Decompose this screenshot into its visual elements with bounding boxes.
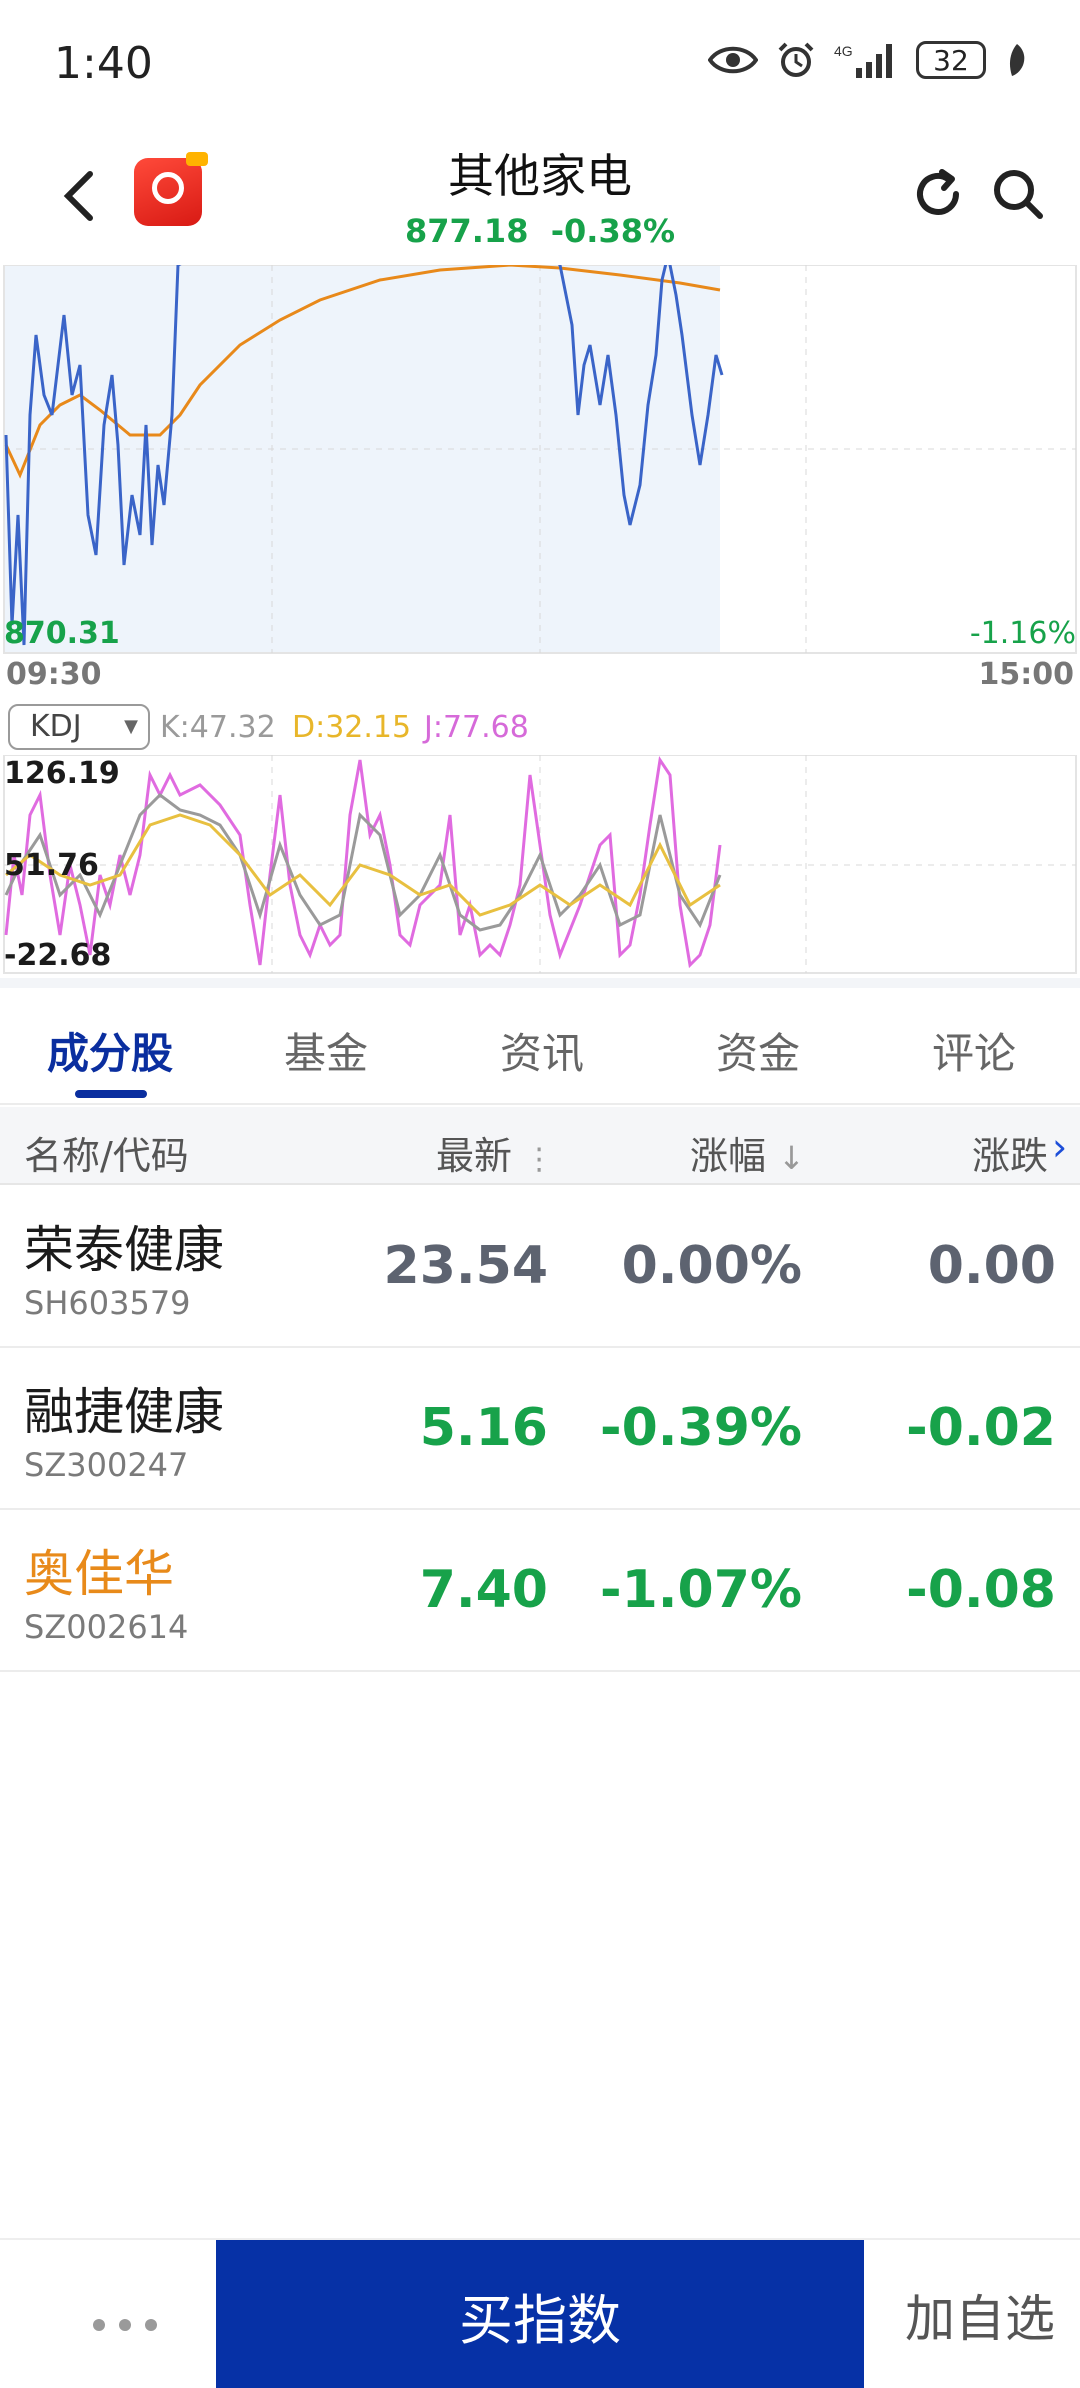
kdj-y-bot: -22.68 bbox=[4, 938, 111, 973]
col-change-pct[interactable]: 涨幅 ↓ bbox=[690, 1125, 805, 1180]
section-divider bbox=[0, 978, 1080, 988]
sort-down-icon: ↓ bbox=[778, 1139, 805, 1177]
tab-news[interactable]: 资讯 bbox=[442, 1020, 642, 1081]
kdj-j-value: J:77.68 bbox=[424, 710, 529, 745]
svg-text:4G: 4G bbox=[834, 43, 853, 59]
tab-constituents[interactable]: 成分股 bbox=[10, 1020, 210, 1081]
more-button[interactable] bbox=[40, 2270, 210, 2380]
price-chart[interactable]: 870.31 -1.16% bbox=[0, 253, 1080, 655]
title-block: 其他家电 877.18 -0.38% bbox=[300, 140, 780, 250]
table-row[interactable]: 融捷健康 SZ300247 5.16 -0.39% -0.02 bbox=[0, 1348, 1080, 1510]
more-vertical-icon: ⋮ bbox=[524, 1142, 555, 1177]
status-time: 1:40 bbox=[54, 38, 153, 89]
index-price: 877.18 bbox=[404, 212, 529, 250]
status-icons: 4G 32 bbox=[708, 40, 1030, 80]
kdj-d-value: D:32.15 bbox=[292, 710, 412, 745]
stock-name: 奥佳华 bbox=[24, 1545, 174, 1603]
col-change[interactable]: 涨跌 bbox=[972, 1125, 1048, 1180]
col-name-code: 名称/代码 bbox=[24, 1134, 189, 1178]
stock-change: -0.08 bbox=[906, 1560, 1056, 1620]
time-start: 09:30 bbox=[6, 657, 102, 692]
chart-pct-label: -1.16% bbox=[970, 616, 1076, 651]
tab-underline bbox=[75, 1090, 147, 1098]
stock-change: 0.00 bbox=[927, 1236, 1056, 1296]
status-bar: 1:40 4G 32 bbox=[0, 0, 1080, 130]
tab-funds[interactable]: 基金 bbox=[226, 1020, 426, 1081]
kdj-chart-svg: 126.19 51.76 -22.68 bbox=[3, 754, 1077, 974]
signal-icon: 4G bbox=[834, 43, 892, 78]
more-dots-icon bbox=[145, 2319, 157, 2331]
col-change-label: 涨跌 bbox=[972, 1134, 1049, 1178]
back-button[interactable] bbox=[50, 160, 110, 230]
kdj-y-mid: 51.76 bbox=[4, 848, 99, 883]
stock-change: -0.02 bbox=[906, 1398, 1056, 1458]
eye-icon bbox=[708, 46, 758, 74]
alarm-icon bbox=[778, 42, 814, 77]
table-header: 名称/代码 最新 ⋮ 涨幅 ↓ 涨跌 › bbox=[0, 1107, 1080, 1185]
time-end: 15:00 bbox=[978, 657, 1075, 692]
stock-latest: 23.54 bbox=[383, 1236, 548, 1296]
more-dots-icon bbox=[119, 2319, 131, 2331]
stock-latest: 7.40 bbox=[419, 1560, 548, 1620]
tab-comments[interactable]: 评论 bbox=[874, 1020, 1074, 1081]
stock-change-pct: 0.00% bbox=[621, 1236, 802, 1296]
stock-code: SH603579 bbox=[24, 1284, 191, 1322]
col-latest-label: 最新 bbox=[436, 1134, 513, 1178]
chevron-right-icon[interactable]: › bbox=[1052, 1125, 1067, 1169]
stock-code: SZ002614 bbox=[24, 1608, 189, 1646]
time-axis: 09:30 15:00 bbox=[0, 655, 1080, 695]
battery-icon: 32 bbox=[916, 41, 986, 79]
chevron-left-icon bbox=[63, 171, 93, 221]
index-change: -0.38% bbox=[550, 212, 676, 250]
price-chart-svg: 870.31 -1.16% bbox=[3, 253, 1077, 654]
indicator-label: KDJ bbox=[30, 709, 82, 744]
stock-name: 荣泰健康 bbox=[24, 1221, 224, 1279]
index-quote: 877.18 -0.38% bbox=[300, 212, 780, 250]
search-icon bbox=[994, 170, 1043, 219]
header: 其他家电 877.18 -0.38% bbox=[0, 130, 1080, 260]
indicator-select[interactable]: KDJ ▼ bbox=[8, 704, 150, 750]
add-watchlist-button[interactable]: 加自选 bbox=[880, 2240, 1080, 2388]
stock-name: 融捷健康 bbox=[24, 1383, 224, 1441]
search-button[interactable] bbox=[988, 164, 1048, 224]
col-change-pct-label: 涨幅 bbox=[690, 1134, 767, 1178]
col-latest[interactable]: 最新 ⋮ bbox=[436, 1125, 554, 1180]
page-title: 其他家电 bbox=[448, 149, 632, 203]
stock-latest: 5.16 bbox=[419, 1398, 548, 1458]
tab-capital[interactable]: 资金 bbox=[658, 1020, 858, 1081]
chart-low-label: 870.31 bbox=[4, 616, 120, 651]
leaf-icon bbox=[1009, 44, 1025, 76]
stock-code: SZ300247 bbox=[24, 1446, 189, 1484]
tab-bar: 成分股 基金 资讯 资金 评论 bbox=[0, 990, 1080, 1105]
kdj-header: KDJ ▼ K:47.32 D:32.15 J:77.68 bbox=[0, 700, 1080, 750]
table-row[interactable]: 荣泰健康 SH603579 23.54 0.00% 0.00 bbox=[0, 1186, 1080, 1348]
refresh-icon bbox=[917, 169, 959, 215]
bottom-bar: 买指数 加自选 bbox=[0, 2238, 1080, 2388]
kdj-k-value: K:47.32 bbox=[160, 710, 276, 745]
more-dots-icon bbox=[93, 2319, 105, 2331]
stock-change-pct: -1.07% bbox=[600, 1560, 802, 1620]
table-row[interactable]: 奥佳华 SZ002614 7.40 -1.07% -0.08 bbox=[0, 1510, 1080, 1672]
battery-level: 32 bbox=[933, 43, 969, 77]
caret-down-icon: ▼ bbox=[124, 716, 138, 737]
stock-change-pct: -0.39% bbox=[600, 1398, 802, 1458]
app-logo bbox=[134, 152, 208, 226]
refresh-button[interactable] bbox=[908, 164, 968, 224]
kdj-chart[interactable]: 126.19 51.76 -22.68 bbox=[0, 754, 1080, 975]
chart-shade bbox=[4, 265, 720, 653]
kdj-y-top: 126.19 bbox=[4, 756, 120, 791]
buy-index-button[interactable]: 买指数 bbox=[216, 2240, 864, 2388]
